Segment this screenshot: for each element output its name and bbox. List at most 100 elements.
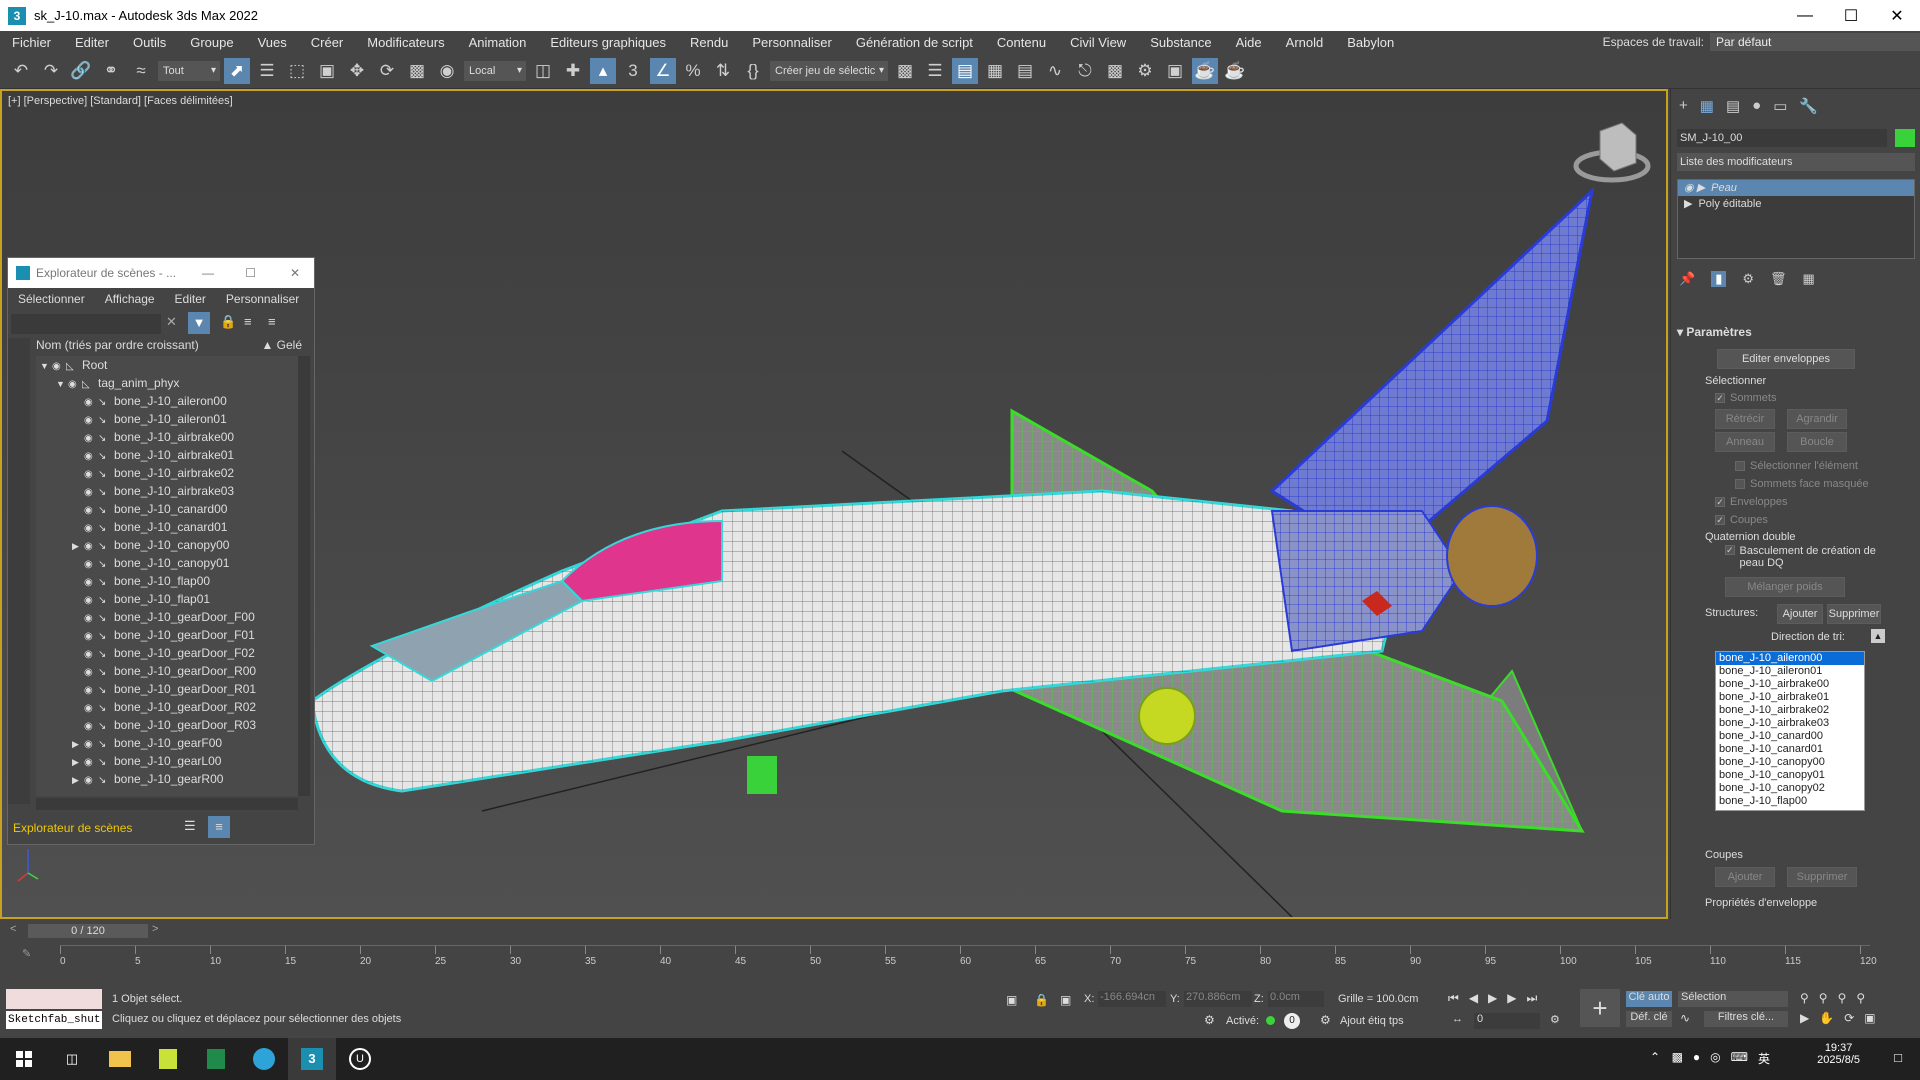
redo-icon[interactable]: ↷ xyxy=(38,58,64,84)
material-editor-icon[interactable]: ▩ xyxy=(1102,58,1128,84)
viewcube-cube[interactable] xyxy=(1599,122,1637,172)
keyboard-shortcut-toggle-icon[interactable]: ▴ xyxy=(590,57,616,84)
shrink-button[interactable]: Rétrécir xyxy=(1715,409,1775,429)
notepad-app-icon[interactable] xyxy=(144,1038,192,1080)
mirror-icon[interactable]: ▩ xyxy=(892,58,918,84)
menu-item[interactable]: Groupe xyxy=(178,35,245,50)
scene-tree-row[interactable]: ▶ ◉ ↘ bone_J-10_gearL00 xyxy=(36,752,298,770)
select-element-check[interactable] xyxy=(1735,461,1745,471)
undo-icon[interactable]: ↶ xyxy=(8,58,34,84)
menu-item[interactable]: Fichier xyxy=(0,35,63,50)
scene-tree-row[interactable]: ◉ ↘ bone_J-10_canard00 xyxy=(36,500,298,518)
key-filters-button[interactable]: Filtres clé... xyxy=(1704,1011,1788,1027)
scene-tree-row[interactable]: ◉ ↘ bone_J-10_gearDoor_F01 xyxy=(36,626,298,644)
bone-list-item[interactable]: bone_J-10_canopy02 xyxy=(1716,782,1864,795)
expand-arrow-icon[interactable]: ▶ xyxy=(72,753,84,771)
layer-explorer-icon[interactable]: ▦ xyxy=(982,58,1008,84)
go-to-end-icon[interactable]: ⏭ xyxy=(1527,991,1538,1006)
set-key-button[interactable]: Déf. clé xyxy=(1626,1011,1672,1027)
scene-explorer-titlebar[interactable]: Explorateur de scènes - ... — ☐ ✕ xyxy=(8,258,314,288)
current-frame-field[interactable]: 0 xyxy=(1474,1013,1540,1029)
scene-tree-row[interactable]: ▶ ◉ ↘ bone_J-10_canopy00 xyxy=(36,536,298,554)
file-explorer-icon[interactable] xyxy=(96,1038,144,1080)
workspace-dropdown[interactable]: Par défaut xyxy=(1710,33,1920,51)
clock[interactable]: 19:37 2025/8/5 xyxy=(1817,1042,1860,1066)
render-production-icon[interactable]: ☕ xyxy=(1192,57,1218,84)
z-coordinate-field[interactable]: 0.0cm xyxy=(1268,991,1324,1007)
keyboard-icon[interactable]: ⌨ xyxy=(1731,1050,1748,1067)
scene-tree-row[interactable]: ◉ ↘ bone_J-10_gearDoor_R03 xyxy=(36,716,298,734)
scene-tree-row[interactable]: ◉ ↘ bone_J-10_airbrake02 xyxy=(36,464,298,482)
explorer-menu-item[interactable]: Sélectionner xyxy=(8,292,95,306)
wechat-icon[interactable]: ● xyxy=(1693,1050,1700,1067)
modifier-visibility-eye-icon[interactable]: ◉ ▶ xyxy=(1684,182,1705,194)
object-name-field[interactable]: SM_J-10_00 xyxy=(1677,129,1887,147)
scene-tree-row[interactable]: ▶ ◉ ↘ bone_J-10_gearR00 xyxy=(36,770,298,788)
show-end-result-icon[interactable]: ▮ xyxy=(1711,271,1727,287)
track-bar[interactable]: 0 5 10 15 20 25 30 35 40 45 50 55 60 65 70 75 80 85 90 95 10… xyxy=(60,945,1877,975)
menu-item[interactable]: Editeurs graphiques xyxy=(538,35,678,50)
bind-spacewarp-icon[interactable]: ≈ xyxy=(128,58,154,84)
explorer-menu-item[interactable]: Editer xyxy=(165,292,216,306)
maximize-viewport-icon[interactable]: ▣ xyxy=(1864,1011,1875,1025)
menu-item[interactable]: Substance xyxy=(1138,35,1223,50)
collapse-arrow-icon[interactable]: ▼ xyxy=(40,357,52,375)
cross-sections-check[interactable]: ✓ xyxy=(1715,515,1725,525)
scene-tree-row[interactable]: ▼ ◉ ◺ tag_anim_phyx xyxy=(36,374,298,392)
explorer-menu-item[interactable]: Affichage xyxy=(95,292,165,306)
blend-weights-button[interactable]: Mélanger poids xyxy=(1725,577,1845,597)
grow-button[interactable]: Agrandir xyxy=(1787,409,1847,429)
maximize-button[interactable]: ☐ xyxy=(1828,0,1874,31)
snaps-toggle-icon[interactable]: 3 xyxy=(620,58,646,84)
menu-item[interactable]: Outils xyxy=(121,35,178,50)
menu-item[interactable]: Modificateurs xyxy=(355,35,456,50)
edit-envelopes-button[interactable]: Editer enveloppes xyxy=(1717,349,1855,369)
explorer-close-button[interactable]: ✕ xyxy=(290,266,300,280)
bone-list-item[interactable]: bone_J-10_airbrake00 xyxy=(1716,678,1864,691)
explorer-maximize-button[interactable]: ☐ xyxy=(245,266,256,280)
explorer-menu-item[interactable]: Personnaliser xyxy=(216,292,309,306)
edit-named-sets-icon[interactable]: {} xyxy=(740,58,766,84)
set-key-icon[interactable]: + xyxy=(1580,989,1620,1027)
scene-tree-row[interactable]: ◉ ↘ bone_J-10_gearDoor_R01 xyxy=(36,680,298,698)
perspective-viewport[interactable]: [+] [Perspective] [Standard] [Faces déli… xyxy=(0,89,1668,919)
collapse-arrow-icon[interactable]: ▼ xyxy=(56,375,68,393)
selection-filter-dropdown[interactable]: Tout xyxy=(158,60,220,81)
scene-tree-row[interactable]: ◉ ↘ bone_J-10_flap01 xyxy=(36,590,298,608)
configure-sets-icon[interactable]: ▦ xyxy=(1803,271,1815,287)
explorer-column-header[interactable]: Nom (triés par ordre croissant) ▲ Gelé xyxy=(36,338,312,356)
modifier-list-dropdown[interactable]: Liste des modificateurs xyxy=(1677,153,1915,171)
menu-item[interactable]: Civil View xyxy=(1058,35,1138,50)
selection-mode-dropdown[interactable]: Sélection xyxy=(1678,991,1788,1007)
pin-stack-icon[interactable]: 📌 xyxy=(1679,271,1695,287)
time-configuration-icon[interactable]: ⚙ xyxy=(1550,1013,1560,1026)
scene-tree-row[interactable]: ◉ ↘ bone_J-10_flap00 xyxy=(36,572,298,590)
envelopes-check[interactable]: ✓ xyxy=(1715,497,1725,507)
rotate-icon[interactable]: ⟳ xyxy=(374,58,400,84)
scene-tree-row[interactable]: ◉ ↘ bone_J-10_aileron01 xyxy=(36,410,298,428)
sort-direction-icon[interactable]: ▲ xyxy=(1871,629,1885,643)
orbit-icon[interactable]: ⟳ xyxy=(1844,1011,1854,1025)
time-tag-icon[interactable]: ⚙ xyxy=(1320,1013,1331,1027)
dq-toggle-check[interactable]: ✓ xyxy=(1725,545,1735,555)
clear-search-icon[interactable]: ✕ xyxy=(166,314,177,330)
curve-editor-icon[interactable]: ∿ xyxy=(1042,58,1068,84)
unlink-icon[interactable]: ⚭ xyxy=(98,58,124,84)
envelopes-checkbox[interactable]: ✓ Enveloppes xyxy=(1715,493,1788,511)
select-object-icon[interactable]: ⬈ xyxy=(224,57,250,84)
show-hidden-icons-icon[interactable]: ⌃ xyxy=(1650,1050,1660,1064)
column-name-header[interactable]: Nom (triés par ordre croissant) xyxy=(36,338,199,352)
bone-list-item[interactable]: bone_J-10_flap00 xyxy=(1716,795,1864,808)
backface-vertices-check[interactable] xyxy=(1735,479,1745,489)
add-time-tag[interactable]: Ajout étiq tps xyxy=(1340,1015,1404,1027)
minimize-button[interactable]: — xyxy=(1782,0,1828,31)
bone-list[interactable]: bone_J-10_aileron00 bone_J-10_aileron01 bo… xyxy=(1715,651,1865,811)
move-icon[interactable]: ✥ xyxy=(344,58,370,84)
absolute-mode-icon[interactable]: ▣ xyxy=(1060,993,1071,1007)
vertices-check[interactable]: ✓ xyxy=(1715,393,1725,403)
pan-icon[interactable]: ✋ xyxy=(1819,1011,1834,1025)
select-by-name-icon[interactable]: ☰ xyxy=(254,58,280,84)
menu-item[interactable]: Génération de script xyxy=(844,35,985,50)
key-tangent-icon[interactable]: ∿ xyxy=(1680,1011,1690,1025)
zoom-icon[interactable]: ⚲ xyxy=(1800,991,1809,1005)
